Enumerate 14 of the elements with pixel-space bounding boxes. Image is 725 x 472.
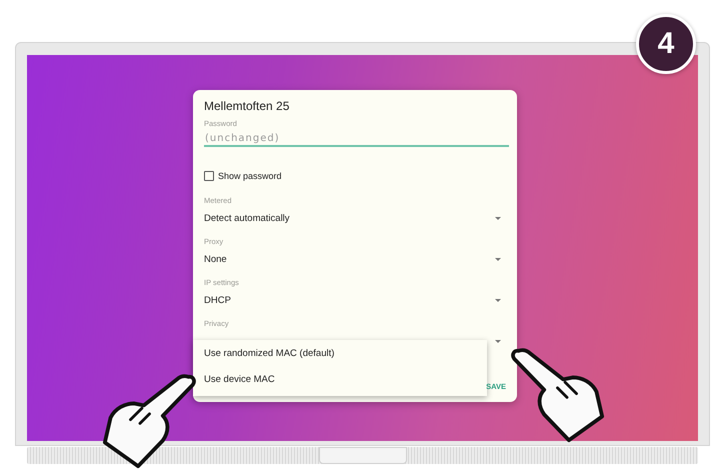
caret-icon[interactable] — [495, 258, 501, 261]
menu-item[interactable]: Use randomized MAC (default) — [193, 342, 487, 368]
dropdown-value[interactable]: DHCP — [204, 295, 231, 306]
dropdown-value[interactable]: None — [204, 254, 227, 265]
password-field[interactable]: (unchanged) — [204, 132, 509, 147]
caret-icon[interactable] — [495, 299, 501, 302]
dropdown-value[interactable]: Detect automatically — [204, 213, 290, 224]
caret-icon[interactable] — [495, 340, 501, 343]
menu-item[interactable]: Use device MAC — [193, 368, 487, 394]
checkbox[interactable] — [204, 171, 214, 181]
dialog-title: Mellemtoften 25 — [203, 98, 290, 114]
caret-icon[interactable] — [495, 217, 501, 220]
step-badge: 4 — [636, 14, 696, 74]
checkbox-label[interactable]: Show password — [218, 171, 282, 181]
